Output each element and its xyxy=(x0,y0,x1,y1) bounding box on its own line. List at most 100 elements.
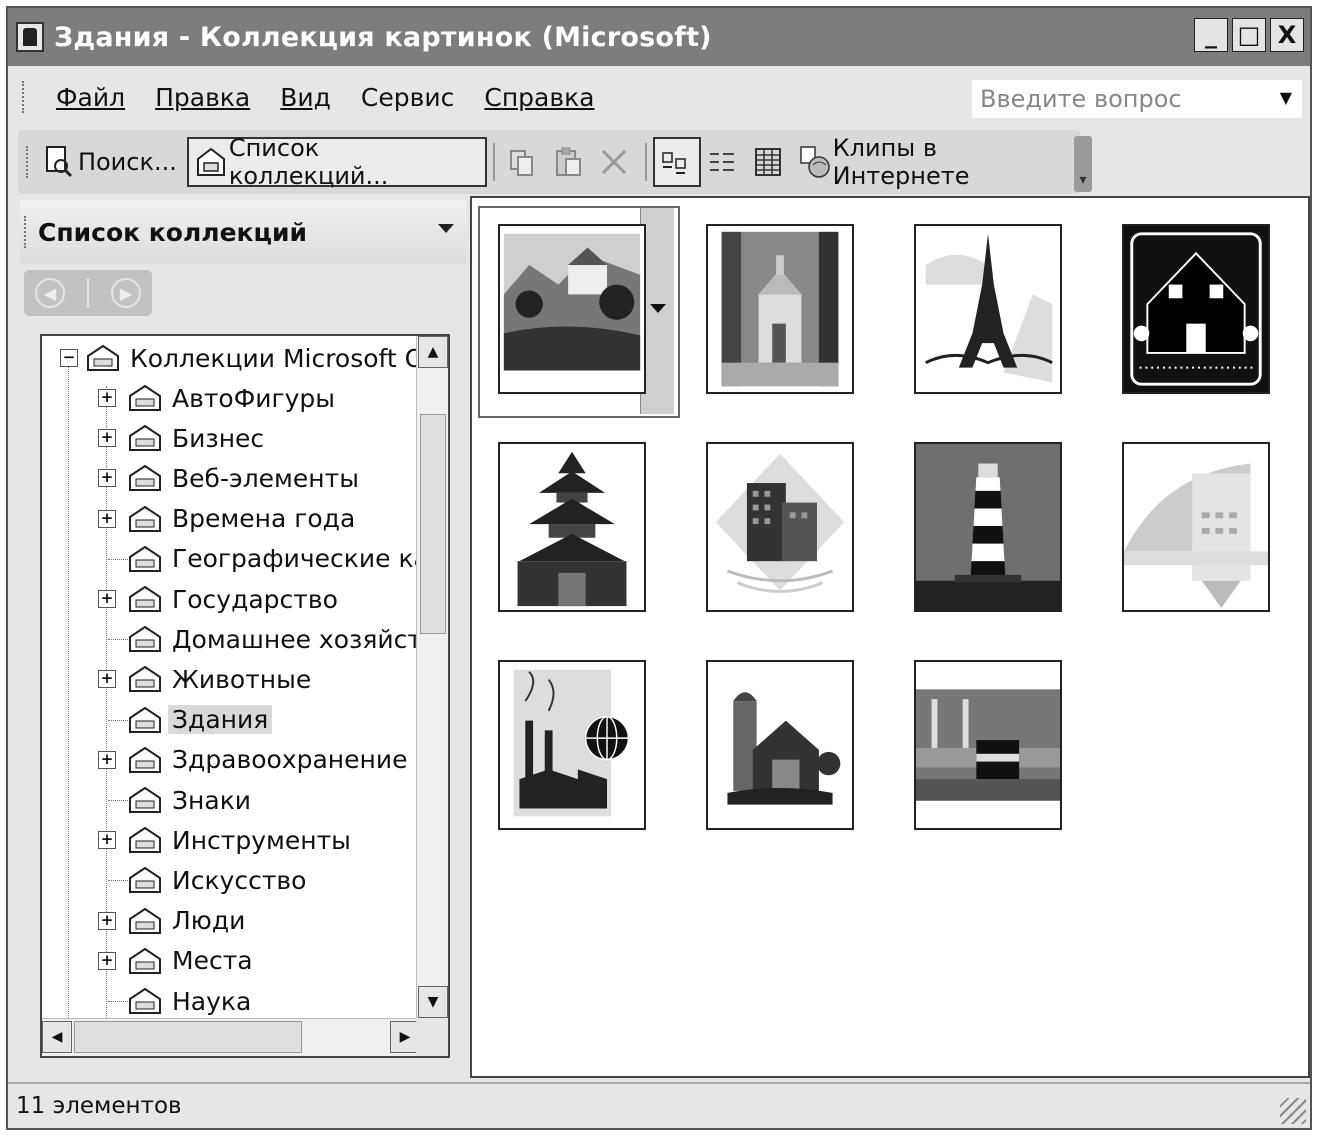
horizontal-scroll-thumb[interactable] xyxy=(74,1021,302,1053)
minimize-button[interactable]: _ xyxy=(1194,18,1228,52)
thumbnails-view-button[interactable] xyxy=(652,137,701,187)
delete-button[interactable] xyxy=(593,137,639,187)
tree-item[interactable]: + Животные xyxy=(42,659,420,699)
list-view-button[interactable] xyxy=(701,137,747,187)
expand-toggle-icon[interactable]: + xyxy=(98,951,116,970)
expand-toggle-icon[interactable]: + xyxy=(98,670,116,689)
tree-item-label: Времена года xyxy=(172,504,356,534)
folder-icon xyxy=(128,585,162,613)
paste-icon xyxy=(553,145,583,179)
expand-toggle-icon[interactable]: + xyxy=(98,911,116,930)
details-view-button[interactable] xyxy=(747,137,793,187)
tree-item[interactable]: + Места xyxy=(42,941,420,981)
clip-thumbnail-barn-silo[interactable] xyxy=(706,660,854,830)
tree-item-label: Коллекции Microsoft Offic xyxy=(130,343,450,373)
globe-clip-icon xyxy=(799,145,830,179)
resize-grip-icon[interactable] xyxy=(1280,1098,1306,1124)
clip-thumbnail-landscape-castle[interactable] xyxy=(498,224,646,394)
menu-help-label: Справка xyxy=(484,82,595,112)
tree-item[interactable]: Искусство xyxy=(42,860,420,900)
vertical-scroll-thumb[interactable] xyxy=(420,414,446,634)
maximize-button[interactable]: □ xyxy=(1232,18,1266,52)
expand-toggle-icon[interactable]: + xyxy=(98,750,116,769)
clip-thumbnail-lighthouse[interactable] xyxy=(914,442,1062,612)
search-clip-icon xyxy=(44,145,74,179)
folder-icon xyxy=(128,464,162,492)
collection-tree[interactable]: − Коллекции Microsoft Offic + АвтоФигуры +… xyxy=(40,334,450,1058)
clip-thumbnail-abstract-building[interactable] xyxy=(1122,442,1270,612)
clip-thumbnail-kaaba-mosque[interactable] xyxy=(914,660,1062,830)
expand-toggle-icon[interactable]: + xyxy=(98,429,116,448)
collection-list-button[interactable]: Список коллекций... xyxy=(186,134,487,190)
scroll-up-arrow-icon[interactable]: ▲ xyxy=(418,336,448,368)
paste-button[interactable] xyxy=(547,137,593,187)
close-button[interactable]: X xyxy=(1270,18,1304,52)
collapse-toggle-icon[interactable]: − xyxy=(60,349,78,367)
ask-question-box: ▼ xyxy=(972,80,1302,118)
menu-view[interactable]: Вид xyxy=(280,83,331,112)
tree-item[interactable]: + Бизнес xyxy=(42,418,420,458)
tree-item-label: Животные xyxy=(172,664,312,694)
folder-icon xyxy=(128,987,162,1015)
tree-item[interactable]: + АвтоФигуры xyxy=(42,378,420,418)
tree-item[interactable]: + Времена года xyxy=(42,499,420,539)
collection-list-pane: Список коллекций ◀ ▶ − Коллекции Microso… xyxy=(20,200,466,1078)
clip-thumbnail-house-sign[interactable] xyxy=(1122,224,1270,394)
chevron-down-icon[interactable]: ▼ xyxy=(1280,88,1292,107)
window-controls: _ □ X xyxy=(1194,18,1304,52)
back-arrow-icon[interactable]: ◀ xyxy=(35,278,65,308)
toolbar-options-button[interactable]: ▾ xyxy=(1074,136,1092,192)
clip-thumbnail-eiffel-tower[interactable] xyxy=(914,224,1062,394)
list-view-icon xyxy=(707,145,737,179)
clip-thumbnail-forest-church[interactable] xyxy=(706,224,854,394)
search-button[interactable]: Поиск... xyxy=(38,137,183,187)
tree-item[interactable]: + Люди xyxy=(42,901,420,941)
tree-item[interactable]: Знаки xyxy=(42,780,420,820)
expand-toggle-icon[interactable]: + xyxy=(98,389,116,407)
app-icon xyxy=(16,22,44,52)
delete-x-icon xyxy=(599,145,629,179)
menu-grip-handle[interactable] xyxy=(22,81,26,113)
tree-item[interactable]: + Здравоохранение xyxy=(42,740,420,780)
folder-icon xyxy=(128,786,162,814)
toolbar-grip-handle[interactable] xyxy=(26,146,30,178)
menu-file[interactable]: Файл xyxy=(56,83,125,112)
tree-item-label: АвтоФигуры xyxy=(172,383,336,413)
tree-item[interactable]: + Веб-элементы xyxy=(42,458,420,498)
tree-item[interactable]: Наука xyxy=(42,981,420,1021)
tree-item[interactable]: + Государство xyxy=(42,579,420,619)
expand-toggle-icon[interactable]: + xyxy=(98,509,116,528)
pane-title: Список коллекций xyxy=(38,217,308,247)
clip-thumbnail-factory-globe[interactable] xyxy=(498,660,646,830)
pane-grip-handle[interactable] xyxy=(24,216,28,248)
tree-item-label: Здравоохранение xyxy=(172,745,408,775)
scroll-down-arrow-icon[interactable]: ▼ xyxy=(418,986,448,1018)
tree-item[interactable]: + Инструменты xyxy=(42,820,420,860)
expand-toggle-icon[interactable]: + xyxy=(98,469,116,488)
tree-connector xyxy=(108,719,128,721)
clips-online-button[interactable]: Клипы в Интернете xyxy=(793,134,1080,190)
expand-toggle-icon[interactable]: + xyxy=(98,831,116,850)
tree-horizontal-scrollbar[interactable]: ◀ ▶ xyxy=(42,1018,420,1056)
menu-tools-label: Сервис xyxy=(360,82,455,112)
scroll-left-arrow-icon[interactable]: ◀ xyxy=(42,1021,72,1053)
toolbar-separator xyxy=(644,143,647,181)
clip-gallery xyxy=(470,196,1310,1078)
menu-help[interactable]: Справка xyxy=(484,83,594,112)
forward-arrow-icon[interactable]: ▶ xyxy=(111,278,141,308)
chevron-down-icon[interactable] xyxy=(438,224,454,233)
tree-vertical-scrollbar[interactable]: ▲ ▼ xyxy=(416,336,448,1018)
tree-item[interactable]: Географические карт xyxy=(42,539,448,579)
details-view-icon xyxy=(753,145,783,179)
clip-thumbnail-office-building[interactable] xyxy=(706,442,854,612)
copy-button[interactable] xyxy=(501,137,547,187)
clip-thumbnail-pagoda[interactable] xyxy=(498,442,646,612)
ask-question-input[interactable] xyxy=(980,85,1260,113)
menu-edit[interactable]: Правка xyxy=(155,83,250,112)
tree-item[interactable]: Здания xyxy=(42,700,420,740)
title-bar[interactable]: Здания - Коллекция картинок (Microsoft) … xyxy=(8,8,1310,66)
tree-root-item[interactable]: − Коллекции Microsoft Offic xyxy=(42,338,448,378)
menu-tools[interactable]: Сервис xyxy=(361,83,454,112)
tree-item[interactable]: Домашнее хозяйство xyxy=(42,619,448,659)
expand-toggle-icon[interactable]: + xyxy=(98,590,116,608)
